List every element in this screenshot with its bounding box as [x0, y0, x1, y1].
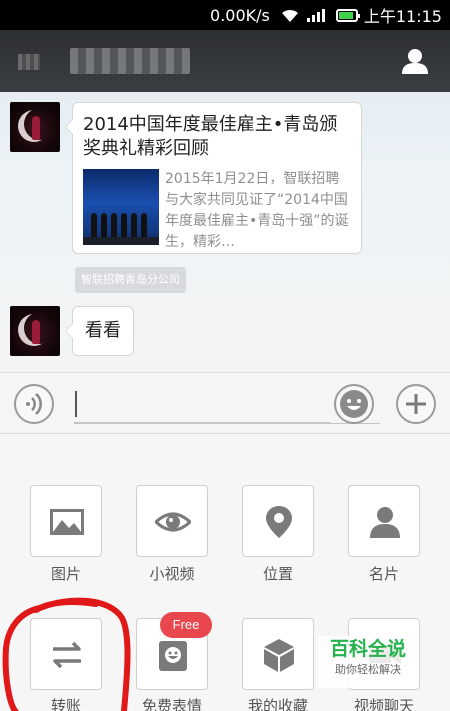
watermark-subtitle: 助你轻松解决: [335, 663, 401, 676]
signal-icon: [306, 7, 326, 23]
short-video-label: 小视频: [149, 565, 195, 583]
eye-icon: [155, 512, 191, 532]
contact-card-label: 名片: [368, 565, 399, 583]
chat-title-bar: [0, 30, 450, 92]
status-bar: 0.00K/s 上午11:15: [0, 0, 450, 30]
image-button[interactable]: [30, 485, 102, 557]
emoji-button[interactable]: [334, 384, 374, 424]
contact-card-icon: [370, 507, 400, 538]
avatar[interactable]: [10, 306, 60, 356]
transfer-button[interactable]: [30, 618, 102, 690]
article-title: 2014中国年度最佳雇主•青岛颁奖典礼精彩回顾: [83, 114, 338, 159]
article-card[interactable]: 2014中国年度最佳雇主•青岛颁奖典礼精彩回顾 2015年1月22日，智联招聘与…: [65, 102, 362, 254]
input-underline: [74, 423, 380, 424]
wifi-icon: [280, 7, 300, 23]
plus-icon: [406, 394, 426, 414]
image-label: 图片: [50, 565, 81, 583]
chat-area: 2014中国年度最佳雇主•青岛颁奖典礼精彩回顾 2015年1月22日，智联招聘与…: [0, 92, 450, 372]
article-description: 2015年1月22日，智联招聘与大家共同见证了“2014中国年度最佳雇主•青岛十…: [165, 171, 349, 250]
favorites-button[interactable]: [242, 618, 314, 690]
video-chat-label: 视频聊天: [353, 697, 414, 711]
profile-icon[interactable]: [400, 46, 430, 76]
watermark: 百科全说 助你轻松解决: [318, 636, 418, 688]
battery-icon: [335, 8, 360, 22]
watermark-title: 百科全说: [329, 638, 406, 660]
transfer-label: 转账: [50, 697, 81, 711]
network-speed: 0.00K/s: [210, 5, 270, 25]
free-badge: Free: [160, 612, 212, 638]
input-bar: [0, 372, 450, 434]
contact-card-button[interactable]: [348, 485, 420, 557]
location-button[interactable]: [242, 485, 314, 557]
more-button[interactable]: [396, 384, 436, 424]
voice-button[interactable]: [14, 384, 54, 424]
sticker-icon: [159, 641, 187, 671]
article-thumbnail: [83, 169, 159, 245]
avatar[interactable]: [10, 102, 60, 152]
voice-icon: [26, 393, 42, 415]
location-label: 位置: [262, 565, 293, 583]
source-tag[interactable]: 智联招聘青岛分公司: [75, 267, 186, 293]
back-button[interactable]: [18, 54, 40, 70]
chat-title: [70, 48, 190, 74]
image-icon: [50, 509, 84, 535]
smiley-icon: [340, 390, 368, 418]
sticker-label: 免费表情: [141, 697, 202, 711]
short-video-button[interactable]: [136, 485, 208, 557]
message-input[interactable]: [74, 387, 330, 423]
location-pin-icon: [266, 506, 292, 538]
message-bubble[interactable]: 看看: [65, 306, 134, 356]
clock: 上午11:15: [363, 7, 442, 26]
favorites-box-icon: [264, 639, 294, 672]
transfer-icon: [53, 641, 81, 669]
favorites-label: 我的收藏: [247, 697, 308, 711]
